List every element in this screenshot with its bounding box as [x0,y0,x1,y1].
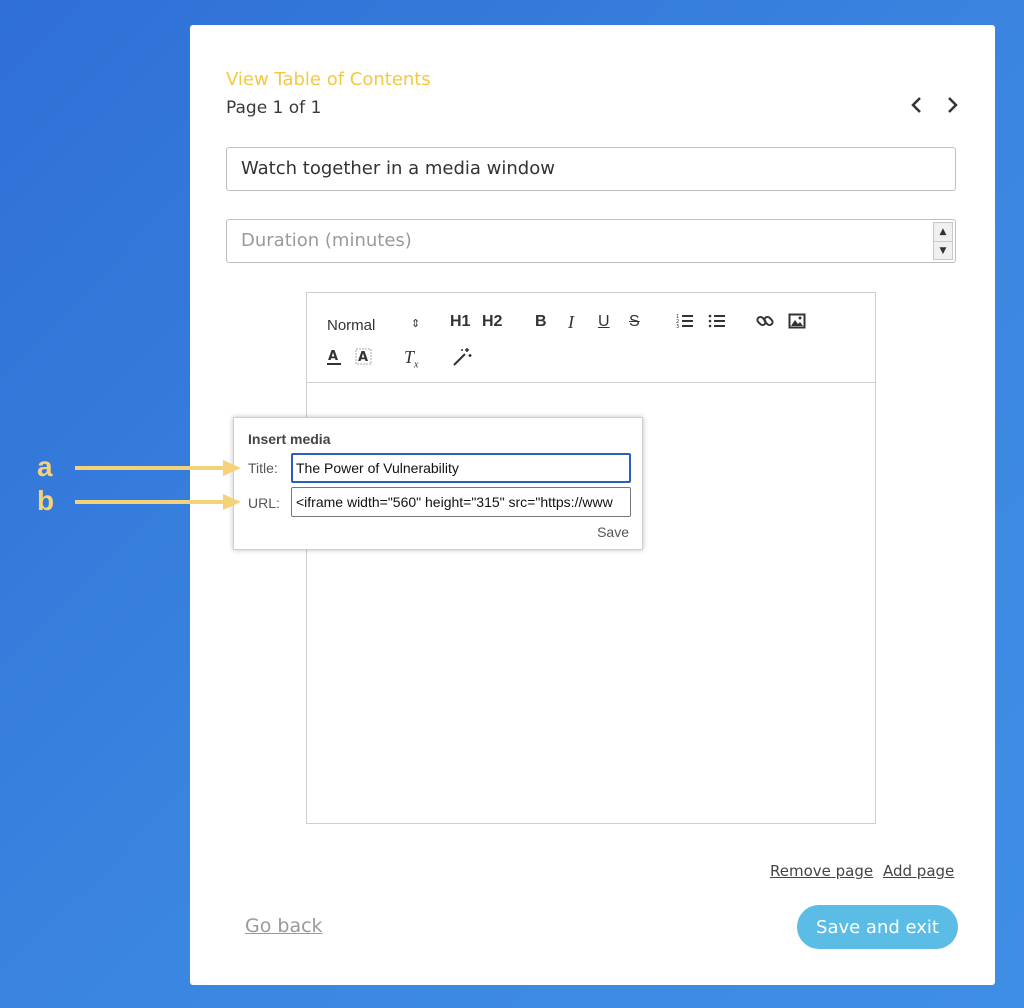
svg-text:3: 3 [676,324,679,330]
text-color-icon[interactable]: A [326,348,342,366]
style-select-arrows-icon[interactable]: ⇕ [411,314,420,334]
stepper-down-icon[interactable]: ▼ [934,242,952,260]
style-select[interactable]: Normal [327,316,375,336]
heading2-button[interactable]: H2 [482,312,502,332]
italic-button[interactable]: I [568,312,574,332]
duration-placeholder: Duration (minutes) [241,230,412,251]
svg-text:A: A [328,349,338,364]
clear-format-icon[interactable]: Tx [404,347,418,376]
heading1-button[interactable]: H1 [450,312,470,332]
title-label: Title: [248,460,278,476]
annotation-b: b [37,485,55,516]
duration-stepper[interactable]: ▲ ▼ [933,222,953,260]
duration-input[interactable]: Duration (minutes) ▲ ▼ [226,219,956,263]
image-icon[interactable] [788,312,806,330]
insert-media-popup: Insert media Title: The Power of Vulnera… [233,417,643,550]
media-save-button[interactable]: Save [597,524,629,540]
magic-wand-icon[interactable] [452,347,472,367]
strikethrough-button[interactable]: S [629,312,640,332]
annotation-a: a [37,451,53,482]
media-url-input[interactable]: <iframe width="560" height="315" src="ht… [291,487,631,517]
save-and-exit-button[interactable]: Save and exit [797,905,958,949]
rich-text-editor: Normal ⇕ H1 H2 B I U S 123 A A Tx [306,292,876,824]
go-back-link[interactable]: Go back [245,915,323,937]
remove-page-link[interactable]: Remove page [770,862,873,880]
page-indicator: Page 1 of 1 [226,98,322,118]
title-input[interactable]: Watch together in a media window [226,147,956,191]
annotation-arrow-b-icon [75,494,241,510]
ordered-list-icon[interactable]: 123 [676,312,694,330]
annotation-arrow-a-icon [75,460,241,476]
bold-button[interactable]: B [535,312,547,332]
chevron-left-icon[interactable] [910,95,924,121]
link-icon[interactable] [756,312,774,330]
add-page-link[interactable]: Add page [883,862,954,880]
insert-media-heading: Insert media [248,431,331,447]
background-color-icon[interactable]: A [355,348,372,366]
editor-toolbar: Normal ⇕ H1 H2 B I U S 123 A A Tx [307,293,875,383]
bullet-list-icon[interactable] [708,312,726,330]
chevron-right-icon[interactable] [945,95,959,121]
view-toc-link[interactable]: View Table of Contents [226,69,431,90]
media-title-input[interactable]: The Power of Vulnerability [291,453,631,483]
underline-button[interactable]: U [598,312,610,332]
svg-text:A: A [358,350,368,365]
url-label: URL: [248,495,280,511]
